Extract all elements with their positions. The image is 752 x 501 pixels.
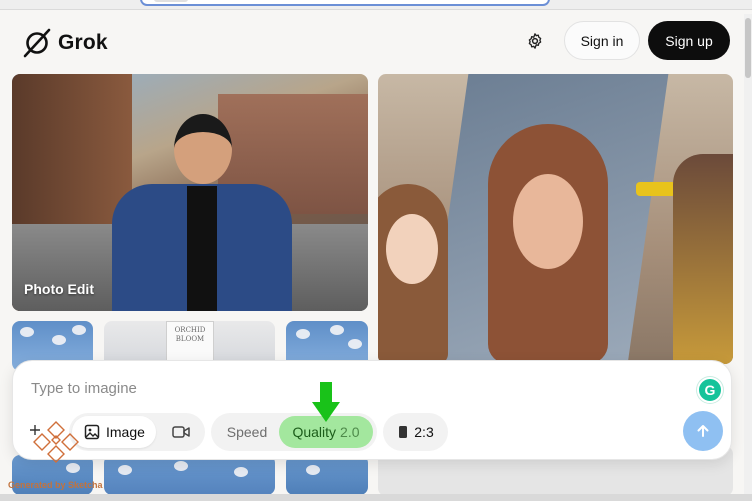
video-mode-button[interactable] [165, 416, 197, 448]
gallery-tile-portrait-styles[interactable] [378, 74, 733, 364]
aspect-ratio-value: 2:3 [414, 424, 434, 440]
grok-logo-icon [22, 28, 52, 58]
grammarly-button[interactable]: G [697, 377, 723, 403]
image-mode-label: Image [106, 424, 145, 440]
blossom [72, 325, 86, 335]
person-head [174, 114, 232, 184]
blossom [296, 329, 310, 339]
blossom [306, 465, 320, 475]
blossom [330, 325, 344, 335]
blossom [348, 339, 362, 349]
blossom [118, 465, 132, 475]
doll-face [386, 214, 438, 284]
send-button[interactable] [683, 411, 723, 451]
aspect-ratio-button[interactable]: 2:3 [387, 416, 445, 448]
gear-icon [528, 33, 542, 49]
watermark-logo-icon [30, 421, 79, 463]
grammarly-icon: G [704, 382, 716, 398]
bottom-strip [0, 494, 752, 501]
tile-image-person [112, 114, 292, 311]
blossom [52, 335, 66, 345]
arrow-up-icon [697, 425, 709, 437]
browser-top-strip [0, 0, 752, 10]
tile-image-doll [378, 184, 458, 364]
site-header: Grok Sign in Sign up [0, 14, 740, 70]
tile-image-woman [488, 124, 608, 364]
portrait-rectangle-icon [399, 426, 408, 438]
grok-logo[interactable]: Grok [22, 28, 108, 58]
speed-option[interactable]: Speed [215, 416, 279, 448]
sign-in-button[interactable]: Sign in [564, 21, 640, 60]
person-shirt [187, 186, 217, 311]
settings-button[interactable] [523, 29, 547, 53]
tile-label: Photo Edit [24, 281, 94, 297]
speed-quality-switch: Speed Quality 2.0 [211, 413, 377, 451]
gallery-tile-bottom-3[interactable] [286, 455, 368, 495]
page-scrollbar[interactable] [744, 14, 752, 501]
scrollbar-thumb[interactable] [745, 18, 751, 78]
arrow-down-icon [312, 382, 340, 422]
product-label: ORCHID BLOOM [166, 321, 214, 361]
blossom [234, 467, 248, 477]
woman-face [513, 174, 583, 269]
video-camera-icon [172, 426, 190, 438]
gallery-tile-photo-edit[interactable]: Photo Edit [12, 74, 368, 311]
logo-text: Grok [58, 31, 108, 54]
blossom [20, 327, 34, 337]
aspect-ratio-selector: 2:3 [383, 413, 448, 451]
quality-version: 2.0 [340, 424, 360, 440]
mode-switch: Image [69, 413, 205, 451]
url-chip [154, 0, 188, 2]
quality-label: Quality [292, 424, 337, 440]
tile-image-taxi [636, 182, 676, 196]
gallery-tile-bottom-2[interactable] [104, 455, 275, 495]
prompt-composer: G Image Speed Quality 2.0 [12, 360, 732, 460]
browser-url-field[interactable] [140, 0, 550, 6]
blossom [174, 461, 188, 471]
tile-image-right-figure [673, 154, 733, 364]
sign-up-button[interactable]: Sign up [648, 21, 730, 60]
watermark-text: Generated by Sketcha [8, 480, 103, 490]
